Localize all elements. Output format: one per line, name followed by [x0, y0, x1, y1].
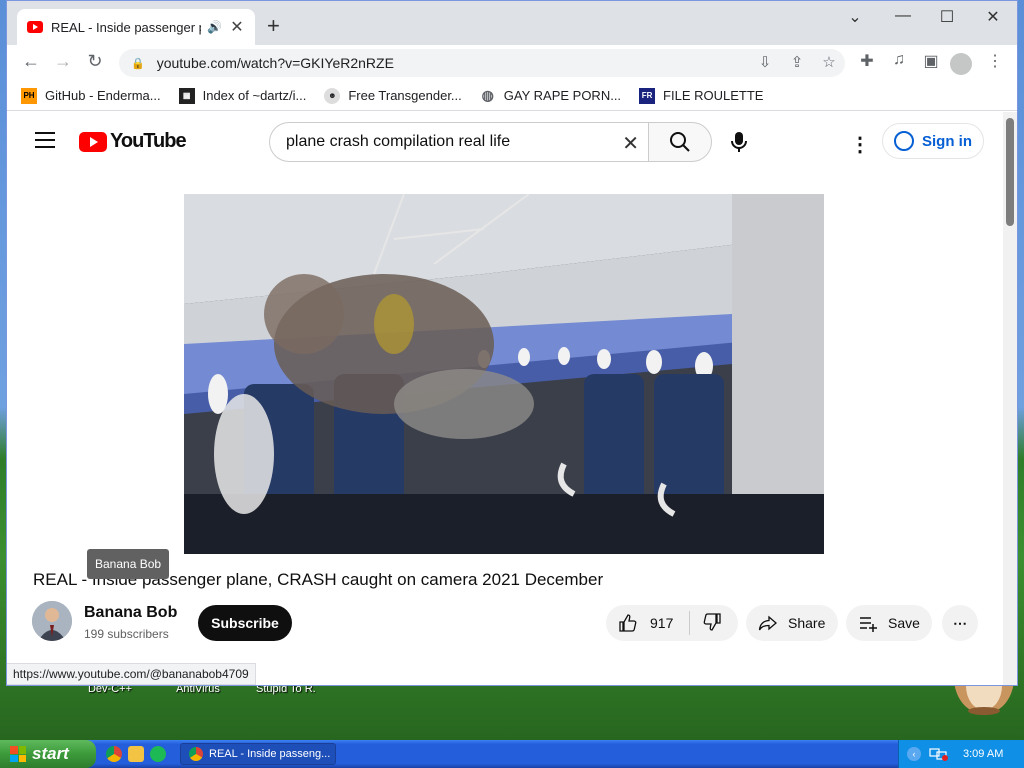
lock-icon[interactable]: 🔒	[131, 57, 145, 70]
new-tab-button[interactable]: +	[267, 13, 280, 39]
taskbar-window-chrome[interactable]: REAL - Inside passeng...	[180, 743, 336, 765]
address-bar[interactable]: 🔒 youtube.com/watch?v=GKIYeR2nRZE ⇩ ⇪ ☆	[119, 49, 845, 77]
side-panel-icon[interactable]: ▣	[919, 51, 943, 71]
qr-favicon-icon: ▦	[178, 87, 195, 104]
video-player[interactable]	[184, 194, 824, 554]
channel-avatar-portrait	[32, 601, 72, 641]
search-input[interactable]: plane crash compilation real life ✕	[269, 122, 649, 162]
forward-arrow-icon[interactable]: →	[51, 51, 75, 72]
system-tray: ‹ 3:09 AM	[898, 740, 1024, 768]
bookmark-file-roulette[interactable]: FR FILE ROULETTE	[639, 87, 764, 104]
youtube-play-icon	[79, 131, 107, 152]
bookmark-index-dartz[interactable]: ▦ Index of ~dartz/i...	[178, 87, 307, 104]
like-dislike-group: 917	[606, 605, 738, 641]
youtube-logo[interactable]: YouTube	[79, 130, 187, 153]
globe-favicon-icon: ◍	[481, 87, 494, 103]
install-app-icon[interactable]: ⇩	[753, 49, 777, 77]
share-arrow-icon	[758, 615, 777, 631]
video-frame-airplane-cabin	[184, 194, 824, 554]
youtube-favicon-icon	[27, 21, 43, 33]
share-button[interactable]: Share	[746, 605, 838, 641]
browser-toolbar: ← → ↻ 🔒 youtube.com/watch?v=GKIYeR2nRZE …	[7, 45, 1017, 81]
settings-kebab-icon[interactable]: ⋮	[850, 132, 870, 157]
url-text: youtube.com/watch?v=GKIYeR2nRZE	[156, 55, 394, 71]
network-icon[interactable]	[929, 747, 949, 761]
save-playlist-icon	[860, 617, 877, 632]
chrome-launch-icon[interactable]	[106, 746, 122, 762]
thumbs-down-icon	[703, 612, 721, 631]
menu-hamburger-icon[interactable]	[35, 132, 55, 148]
bookmark-github[interactable]: PH GitHub - Enderma...	[21, 87, 161, 104]
bookmarks-bar: PH GitHub - Enderma... ▦ Index of ~dartz…	[7, 81, 1017, 111]
bookmark-label: Index of ~dartz/i...	[202, 88, 307, 103]
channel-tooltip: Banana Bob	[87, 549, 170, 579]
taskbar: start REAL - Inside passeng... ‹ 3:09 AM	[0, 740, 1024, 768]
save-label: Save	[888, 615, 920, 631]
channel-name-link[interactable]: Banana Bob	[84, 604, 177, 622]
back-arrow-icon[interactable]: ←	[19, 51, 43, 72]
clear-search-icon[interactable]: ✕	[622, 131, 639, 156]
bookmark-label: GitHub - Enderma...	[45, 88, 161, 103]
bookmark-label: GAY RAPE PORN...	[503, 88, 622, 103]
like-button[interactable]: 917	[606, 611, 690, 635]
tab-strip: REAL - Inside passenger pl 🔊 ✕ + ⌄ — ☐ ✕	[7, 1, 1017, 45]
extensions-puzzle-icon[interactable]: ✚	[855, 51, 879, 71]
bookmark-free-transgender[interactable]: ☻ Free Transgender...	[324, 87, 462, 104]
tab-youtube[interactable]: REAL - Inside passenger pl 🔊 ✕	[17, 9, 255, 45]
close-window-button[interactable]: ✕	[975, 7, 1011, 27]
mask-favicon-icon: ☻	[324, 87, 341, 104]
search-button[interactable]	[648, 122, 712, 162]
maximize-button[interactable]: ☐	[929, 7, 965, 27]
share-label: Share	[788, 615, 826, 631]
start-label: start	[32, 744, 69, 763]
dislike-button[interactable]	[690, 612, 722, 635]
bookmark-globe-site[interactable]: ◍ GAY RAPE PORN...	[480, 87, 622, 104]
bookmark-star-icon[interactable]: ☆	[817, 49, 841, 77]
close-tab-icon[interactable]: ✕	[229, 17, 245, 37]
save-button[interactable]: Save	[846, 605, 932, 641]
media-queue-icon[interactable]: ♫	[887, 51, 911, 69]
thumbs-up-icon	[619, 614, 637, 632]
profile-avatar-icon[interactable]	[950, 53, 972, 75]
windows-flag-icon	[10, 746, 26, 762]
speaker-icon[interactable]: 🔊	[207, 20, 223, 34]
user-circle-icon	[894, 131, 914, 151]
search-icon	[670, 132, 690, 152]
subscribe-button[interactable]: Subscribe	[198, 605, 292, 641]
tab-title: REAL - Inside passenger pl	[51, 19, 201, 35]
more-actions-icon[interactable]: ⋯	[942, 605, 978, 641]
chrome-window: REAL - Inside passenger pl 🔊 ✕ + ⌄ — ☐ ✕…	[6, 0, 1018, 686]
taskbar-window-label: REAL - Inside passeng...	[209, 748, 331, 760]
sign-in-button[interactable]: Sign in	[882, 123, 984, 159]
page-scrollbar[interactable]	[1003, 112, 1017, 685]
folder-launch-icon[interactable]	[128, 746, 144, 762]
channel-avatar[interactable]	[32, 601, 72, 641]
ph-favicon-icon: PH	[21, 87, 37, 104]
share-page-icon[interactable]: ⇪	[785, 49, 809, 77]
file-favicon-icon: FR	[639, 87, 656, 104]
search-query: plane crash compilation real life	[286, 133, 511, 150]
clock[interactable]: 3:09 AM	[963, 748, 1003, 760]
chrome-icon	[189, 747, 203, 761]
youtube-page: YouTube plane crash compilation real lif…	[7, 112, 1007, 685]
quick-launch	[106, 746, 166, 762]
logo-wordmark: YouTube	[110, 130, 187, 152]
start-button[interactable]: start	[0, 740, 96, 768]
bookmark-label: Free Transgender...	[348, 88, 462, 103]
spotify-launch-icon[interactable]	[150, 746, 166, 762]
reload-icon[interactable]: ↻	[83, 51, 107, 72]
bookmark-label: FILE ROULETTE	[663, 88, 764, 103]
minimize-button[interactable]: —	[885, 7, 921, 25]
tab-search-chevron-icon[interactable]: ⌄	[837, 7, 873, 27]
like-count: 917	[650, 615, 674, 631]
chrome-menu-icon[interactable]: ⋮	[983, 51, 1007, 71]
link-status-bar: https://www.youtube.com/@bananabob4709	[7, 663, 256, 685]
tray-expand-icon[interactable]: ‹	[907, 747, 921, 761]
microphone-icon[interactable]	[727, 130, 751, 154]
subscriber-count: 199 subscribers	[84, 627, 169, 641]
sign-in-label: Sign in	[922, 132, 972, 150]
scrollbar-thumb[interactable]	[1006, 118, 1014, 226]
